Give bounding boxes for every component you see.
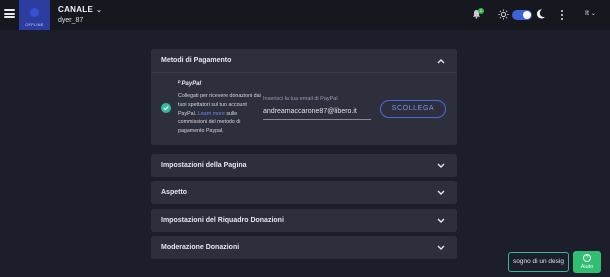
appearance-header[interactable]: Aspetto <box>151 181 457 204</box>
chevron-up-icon[interactable] <box>437 58 445 64</box>
username: dyer_87 <box>58 17 84 24</box>
appearance-title: Aspetto <box>161 189 188 196</box>
menu-icon[interactable] <box>4 9 15 18</box>
chevron-down-icon[interactable] <box>437 245 445 251</box>
donation-box-settings-header[interactable]: Impostazioni del Riquadro Donazioni <box>151 209 457 232</box>
page-settings-header[interactable]: Impostazioni della Pagina <box>151 154 457 177</box>
payment-methods-header[interactable]: Metodi di Pagamento <box>151 49 457 72</box>
donation-moderation-title: Moderazione Donazioni <box>161 244 240 251</box>
design-button[interactable]: sogno di un desig <box>508 252 569 272</box>
moon-icon[interactable] <box>535 8 546 20</box>
help-label: Aiuto <box>580 264 594 270</box>
chevron-down-icon[interactable] <box>437 218 445 224</box>
avatar-image <box>30 8 39 17</box>
language-selector[interactable]: It ⌄ <box>585 10 596 17</box>
donation-box-settings-title: Impostazioni del Riquadro Donazioni <box>161 217 284 224</box>
disconnect-button[interactable]: SCOLLEGA <box>380 100 446 118</box>
top-bar: OFFLINE CANALE ⌄ dyer_87 1 It ⌄ <box>0 0 610 30</box>
paypal-email-label: Inserisci la tua email di PayPal <box>263 96 338 102</box>
paypal-logo: ᴾPayPal <box>178 81 201 87</box>
help-button[interactable]: ? Aiuto <box>573 251 601 273</box>
donation-moderation-header[interactable]: Moderazione Donazioni <box>151 236 457 259</box>
page-settings-title: Impostazioni della Pagina <box>161 162 247 169</box>
chevron-down-icon[interactable] <box>437 163 445 169</box>
toggle-knob <box>523 11 531 19</box>
check-circle-icon <box>161 103 171 113</box>
theme-toggle[interactable] <box>512 10 532 20</box>
donation-moderation-panel[interactable]: Moderazione Donazioni <box>151 236 457 259</box>
paypal-email-field[interactable]: andreamaccarone87@libero.it <box>263 108 371 120</box>
learn-more-link[interactable]: Learn more <box>198 111 225 117</box>
avatar[interactable]: OFFLINE <box>19 0 50 30</box>
paypal-description: Collegati per ricevere donazioni dai tuo… <box>178 92 266 136</box>
help-icon: ? <box>583 254 591 262</box>
appearance-panel[interactable]: Aspetto <box>151 181 457 204</box>
channel-selector[interactable]: CANALE ⌄ <box>58 5 102 14</box>
chevron-down-icon: ⌄ <box>590 11 596 17</box>
page-settings-panel[interactable]: Impostazioni della Pagina <box>151 154 457 177</box>
paypal-logo-text: PayPal <box>181 81 202 87</box>
chevron-down-icon: ⌄ <box>96 7 103 14</box>
notification-badge: 1 <box>478 8 484 14</box>
paypal-logo-p: ᴾ <box>178 81 181 87</box>
status-label: OFFLINE <box>25 22 44 27</box>
payment-methods-title: Metodi di Pagamento <box>161 57 232 64</box>
channel-label: CANALE <box>58 5 94 14</box>
language-label: It <box>585 10 589 17</box>
sun-icon[interactable] <box>498 9 509 20</box>
payment-methods-panel: Metodi di Pagamento Collegati per riceve… <box>151 49 457 145</box>
donation-box-settings-panel[interactable]: Impostazioni del Riquadro Donazioni <box>151 209 457 232</box>
chevron-down-icon[interactable] <box>437 190 445 196</box>
more-options-icon[interactable] <box>561 10 564 20</box>
